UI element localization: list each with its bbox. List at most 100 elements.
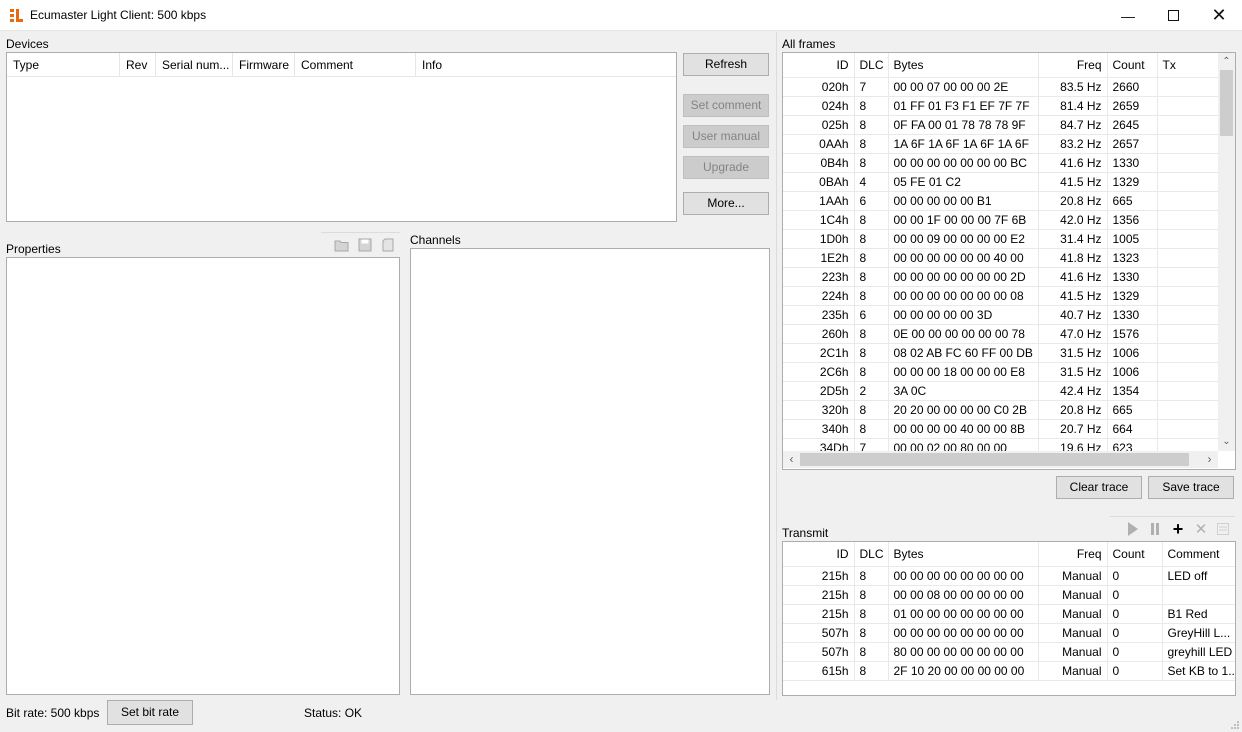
column-header-comment[interactable]: Comment [295, 52, 416, 77]
pause-icon[interactable] [1146, 520, 1164, 538]
scroll-down-icon[interactable]: ⌄ [1218, 433, 1235, 450]
column-header-info[interactable]: Info [416, 53, 676, 77]
column-header-id[interactable]: ID [783, 53, 855, 78]
transmit-toolbar-divider [1110, 516, 1235, 517]
table-row[interactable]: 224h 8 00 00 00 00 00 00 00 08 41.5 Hz 1329 [783, 286, 1218, 306]
scroll-right-icon[interactable]: › [1201, 451, 1218, 468]
scroll-left-icon[interactable]: ‹ [783, 451, 800, 468]
cell-dlc: 8 [854, 419, 889, 439]
table-row[interactable]: 0AAh 8 1A 6F 1A 6F 1A 6F 1A 6F 83.2 Hz 2657 [783, 134, 1218, 154]
table-row[interactable]: 1E2h 8 00 00 00 00 00 00 40 00 41.8 Hz 1323 [783, 248, 1218, 268]
column-header-freq[interactable]: Freq [1038, 542, 1108, 567]
cell-id: 025h [783, 115, 855, 135]
table-row[interactable]: 0B4h 8 00 00 00 00 00 00 00 BC 41.6 Hz 1330 [783, 153, 1218, 173]
cell-bytes: 0E 00 00 00 00 00 00 78 [888, 324, 1039, 344]
table-row[interactable]: 0BAh 4 05 FE 01 C2 41.5 Hz 1329 [783, 172, 1218, 192]
cell-count: 2645 [1107, 115, 1158, 135]
splitter[interactable] [776, 32, 777, 700]
table-row[interactable]: 215h 8 00 00 00 00 00 00 00 00 Manual 0 LED o… [783, 566, 1235, 586]
upgrade-button[interactable]: Upgrade [683, 156, 769, 179]
maximize-icon[interactable] [1150, 0, 1196, 31]
cell-dlc: 8 [854, 642, 889, 662]
column-header-tx[interactable]: Tx [1157, 53, 1218, 78]
cell-id: 215h [783, 566, 855, 586]
cell-bytes: 00 00 09 00 00 00 00 E2 [888, 229, 1039, 249]
column-header-freq[interactable]: Freq [1038, 53, 1108, 78]
table-row[interactable]: 025h 8 0F FA 00 01 78 78 78 9F 84.7 Hz 2645 [783, 115, 1218, 135]
cell-freq: 31.5 Hz [1038, 343, 1108, 363]
devices-table[interactable]: Type Rev Serial num... Firmware Comment … [6, 52, 677, 222]
column-header-rev[interactable]: Rev [120, 52, 156, 77]
table-row[interactable]: 024h 8 01 FF 01 F3 F1 EF 7F 7F 81.4 Hz 2659 [783, 96, 1218, 116]
minimize-icon[interactable]: — [1105, 0, 1151, 31]
frames-vertical-scrollbar[interactable]: ⌃ ⌄ [1218, 53, 1235, 451]
app-logo-icon [9, 8, 24, 23]
table-row[interactable]: 235h 6 00 00 00 00 00 3D 40.7 Hz 1330 [783, 305, 1218, 325]
transmit-header: ID DLC Bytes Freq Count Comment [783, 542, 1235, 567]
cell-bytes: 2F 10 20 00 00 00 00 00 [888, 661, 1039, 681]
column-header-firmware[interactable]: Firmware [233, 52, 295, 77]
play-icon[interactable] [1124, 520, 1142, 538]
more-button[interactable]: More... [683, 192, 769, 215]
column-header-serial[interactable]: Serial num... [156, 52, 233, 77]
table-row[interactable]: 340h 8 00 00 00 00 40 00 00 8B 20.7 Hz 664 [783, 419, 1218, 439]
table-row[interactable]: 2C1h 8 08 02 AB FC 60 FF 00 DB 31.5 Hz 1006 [783, 343, 1218, 363]
table-row[interactable]: 215h 8 01 00 00 00 00 00 00 00 Manual 0 B1 Re… [783, 604, 1235, 624]
table-row[interactable]: 1C4h 8 00 00 1F 00 00 00 7F 6B 42.0 Hz 1356 [783, 210, 1218, 230]
column-header-count[interactable]: Count [1107, 542, 1163, 567]
cell-id: 507h [783, 642, 855, 662]
refresh-button[interactable]: Refresh [683, 53, 769, 76]
column-header-bytes[interactable]: Bytes [888, 542, 1039, 567]
cell-dlc: 8 [854, 115, 889, 135]
column-header-dlc[interactable]: DLC [854, 542, 889, 567]
delete-icon[interactable]: ✕ [1192, 520, 1210, 538]
list-icon[interactable] [1214, 520, 1232, 538]
cell-freq: Manual [1038, 642, 1108, 662]
table-row[interactable]: 215h 8 00 00 08 00 00 00 00 00 Manual 0 [783, 585, 1235, 605]
resize-grip-icon[interactable] [1228, 718, 1240, 730]
table-row[interactable]: 260h 8 0E 00 00 00 00 00 00 78 47.0 Hz 1576 [783, 324, 1218, 344]
cell-count: 1330 [1107, 267, 1158, 287]
column-header-bytes[interactable]: Bytes [888, 53, 1039, 78]
cell-dlc: 8 [854, 286, 889, 306]
frames-vertical-scroll-thumb[interactable] [1220, 70, 1233, 136]
table-row[interactable]: 2D5h 2 3A 0C 42.4 Hz 1354 [783, 381, 1218, 401]
table-row[interactable]: 1D0h 8 00 00 09 00 00 00 00 E2 31.4 Hz 1005 [783, 229, 1218, 249]
column-header-count[interactable]: Count [1107, 53, 1158, 78]
table-row[interactable]: 507h 8 80 00 00 00 00 00 00 00 Manual 0 greyh… [783, 642, 1235, 662]
column-header-id[interactable]: ID [783, 542, 855, 567]
cell-bytes: 00 00 00 00 00 B1 [888, 191, 1039, 211]
transmit-table[interactable]: ID DLC Bytes Freq Count Comment 215h 8 00 … [782, 541, 1236, 696]
column-header-dlc[interactable]: DLC [854, 53, 889, 78]
new-file-icon[interactable] [379, 236, 397, 254]
frames-horizontal-scrollbar[interactable]: ‹ › [783, 451, 1218, 468]
channels-panel[interactable] [410, 248, 770, 695]
user-manual-button[interactable]: User manual [683, 125, 769, 148]
set-comment-button[interactable]: Set comment [683, 94, 769, 117]
cell-dlc: 6 [854, 305, 889, 325]
open-folder-icon[interactable] [333, 236, 351, 254]
column-header-comment[interactable]: Comment [1162, 542, 1235, 567]
table-row[interactable]: 507h 8 00 00 00 00 00 00 00 00 Manual 0 GreyH… [783, 623, 1235, 643]
table-row[interactable]: 615h 8 2F 10 20 00 00 00 00 00 Manual 0 Set K… [783, 661, 1235, 681]
properties-panel[interactable] [6, 257, 400, 695]
all-frames-table[interactable]: ID DLC Bytes Freq Count Tx 020h 7 00 00 07… [782, 52, 1236, 470]
cell-dlc: 4 [854, 172, 889, 192]
save-icon[interactable] [356, 236, 374, 254]
clear-trace-button[interactable]: Clear trace [1056, 476, 1142, 499]
frames-horizontal-scroll-thumb[interactable] [800, 453, 1189, 466]
table-row[interactable]: 020h 7 00 00 07 00 00 00 2E 83.5 Hz 2660 [783, 77, 1218, 97]
cell-count: 2660 [1107, 77, 1158, 97]
cell-comment: greyhill LED [1162, 642, 1235, 662]
close-icon[interactable]: ✕ [1196, 0, 1242, 31]
column-header-type[interactable]: Type [7, 52, 120, 77]
scroll-up-icon[interactable]: ⌃ [1218, 53, 1235, 70]
add-icon[interactable]: + [1169, 519, 1187, 539]
table-row[interactable]: 1AAh 6 00 00 00 00 00 B1 20.8 Hz 665 [783, 191, 1218, 211]
table-row[interactable]: 320h 8 20 20 00 00 00 00 C0 2B 20.8 Hz 665 [783, 400, 1218, 420]
set-bit-rate-button[interactable]: Set bit rate [107, 700, 193, 725]
table-row[interactable]: 34Dh 7 00 00 02 00 80 00 00 19.6 Hz 623 [783, 438, 1218, 451]
save-trace-button[interactable]: Save trace [1148, 476, 1234, 499]
table-row[interactable]: 223h 8 00 00 00 00 00 00 00 2D 41.6 Hz 1330 [783, 267, 1218, 287]
table-row[interactable]: 2C6h 8 00 00 00 18 00 00 00 E8 31.5 Hz 1006 [783, 362, 1218, 382]
